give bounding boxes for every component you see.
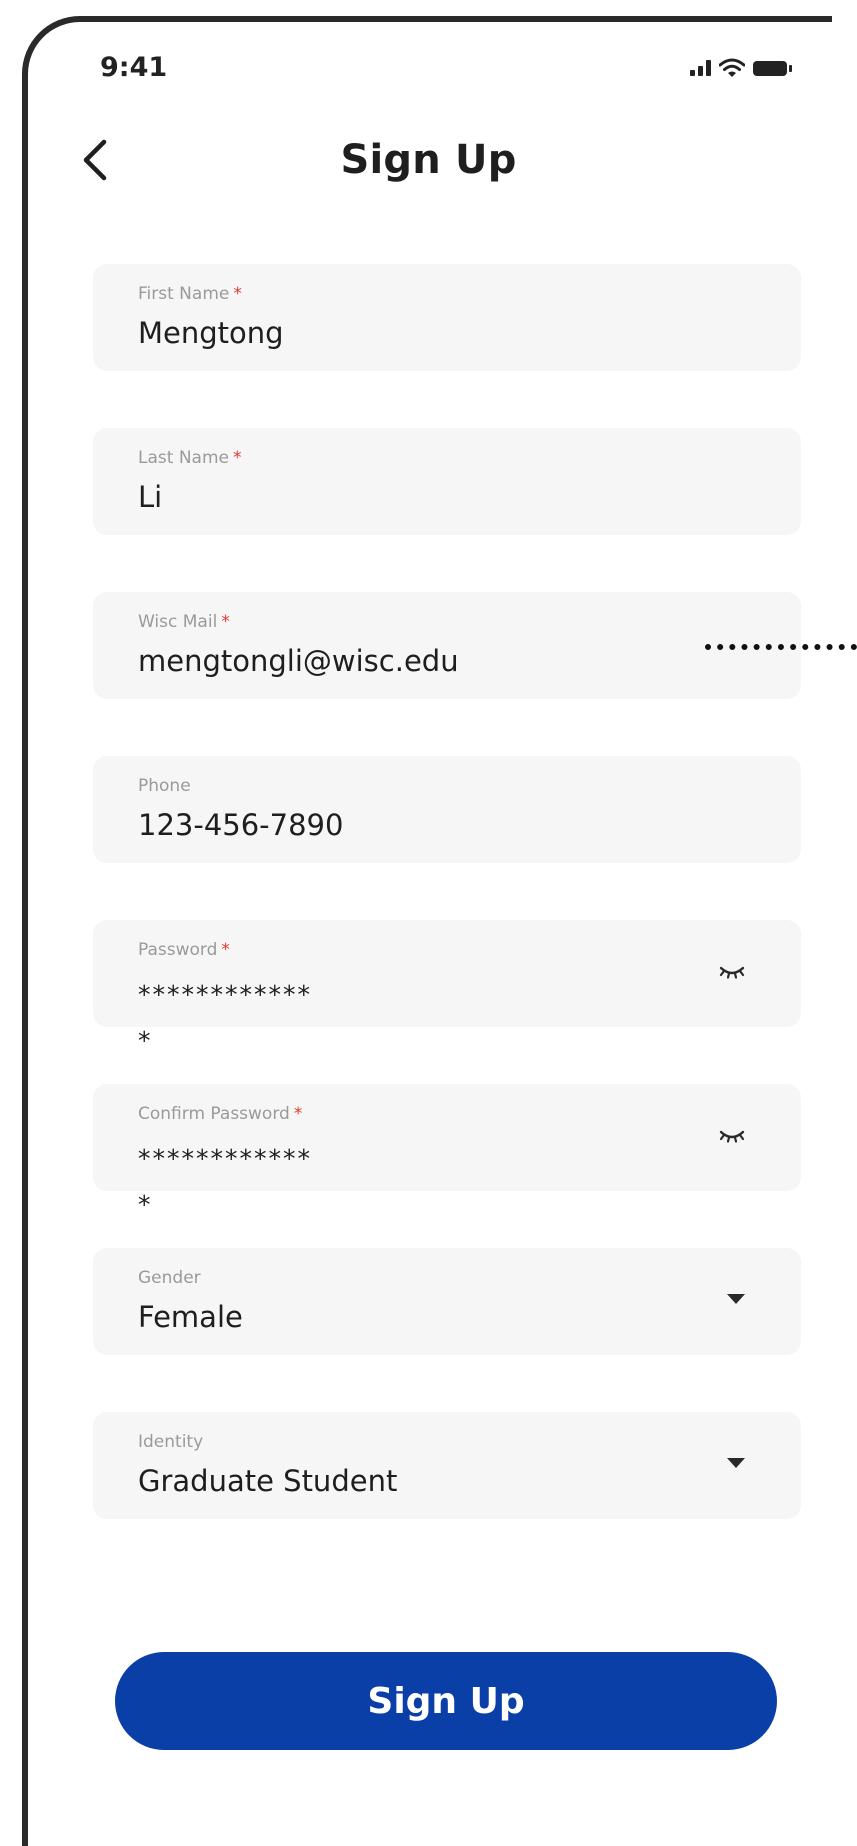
canvas-edge [832, 16, 857, 1846]
confirm-password-field[interactable]: Confirm Password * ************ [93, 1084, 801, 1191]
dotted-annotation-line [705, 644, 857, 650]
first-name-label: First Name * [138, 284, 242, 304]
wisc-mail-field[interactable]: Wisc Mail * mengtongli@wisc.edu [93, 592, 801, 699]
first-name-value: Mengtong [138, 316, 284, 350]
wifi-icon [719, 58, 745, 77]
password-value: ************ [138, 980, 312, 1009]
first-name-field[interactable]: First Name * Mengtong [93, 264, 801, 371]
battery-icon [753, 60, 792, 76]
phone-value: 123-456-7890 [138, 808, 344, 842]
required-marker: * [293, 1104, 303, 1124]
required-marker: * [221, 940, 230, 960]
last-name-value: Li [138, 480, 163, 514]
sign-up-button[interactable]: Sign Up [115, 1652, 777, 1750]
caret-down-icon[interactable] [727, 1294, 745, 1304]
wisc-mail-value: mengtongli@wisc.edu [138, 644, 459, 678]
last-name-field[interactable]: Last Name * Li [93, 428, 801, 535]
required-marker: * [232, 448, 242, 468]
password-field[interactable]: Password * ************ [93, 920, 801, 1027]
required-marker: * [221, 612, 230, 632]
gender-value: Female [138, 1300, 243, 1334]
eye-closed-icon[interactable] [719, 962, 745, 982]
gender-label: Gender [138, 1268, 201, 1288]
eye-closed-icon[interactable] [719, 1126, 745, 1146]
password-overflow-char: * [138, 1026, 151, 1055]
phone-field[interactable]: Phone 123-456-7890 [93, 756, 801, 863]
identity-select[interactable]: Identity Graduate Student [93, 1412, 801, 1519]
password-label: Password * [138, 940, 230, 960]
last-name-label: Last Name * [138, 448, 242, 468]
status-icons [690, 58, 792, 78]
caret-down-icon[interactable] [727, 1458, 745, 1468]
page-title: Sign Up [340, 137, 517, 183]
identity-value: Graduate Student [138, 1464, 398, 1498]
status-time: 9:41 [100, 52, 168, 83]
wisc-mail-label: Wisc Mail * [138, 612, 230, 632]
required-marker: * [233, 284, 242, 304]
confirm-password-value: ************ [138, 1144, 312, 1173]
phone-label: Phone [138, 776, 191, 796]
confirm-password-label: Confirm Password * [138, 1104, 303, 1124]
gender-select[interactable]: Gender Female [93, 1248, 801, 1355]
confirm-password-overflow-char: * [138, 1190, 151, 1219]
signal-icon [690, 60, 711, 76]
identity-label: Identity [138, 1432, 204, 1452]
